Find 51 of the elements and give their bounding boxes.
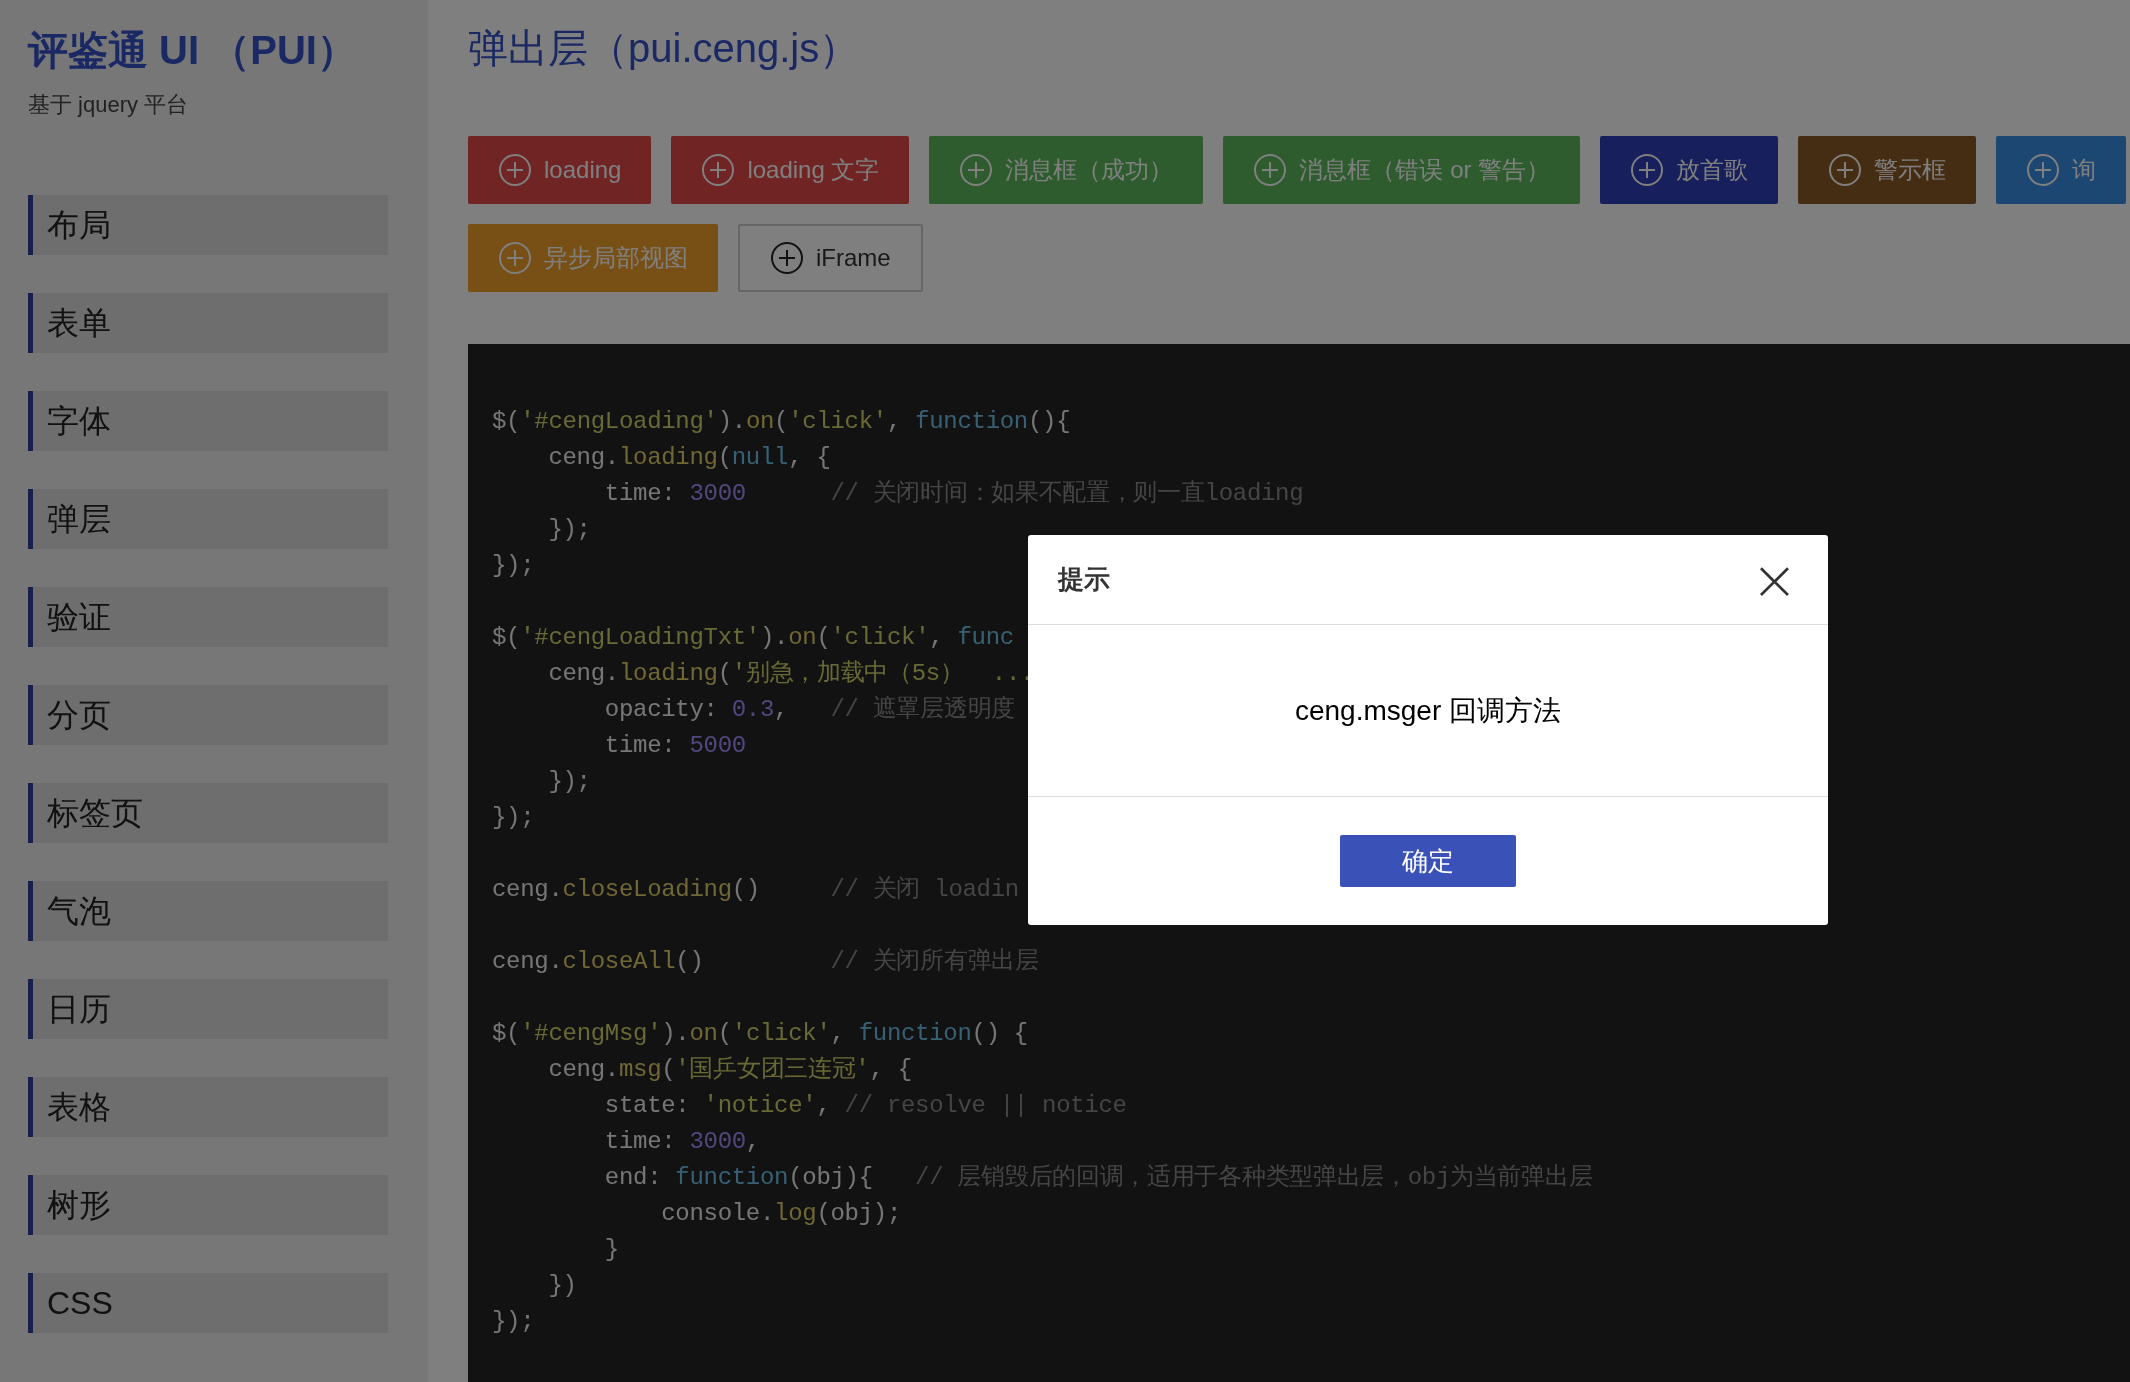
plus-circle-icon [1253, 153, 1288, 187]
action-button[interactable]: 警示框 [1798, 136, 1977, 204]
plus-circle-icon [770, 241, 804, 275]
action-button[interactable]: 消息框（错误 or 警告） [1223, 136, 1581, 204]
code-line: console.log(obj); [660, 1199, 901, 1229]
code-line: }) [547, 1271, 577, 1301]
action-button[interactable]: 询 [1996, 136, 2127, 204]
dialog-message: ceng.msger 回调方法 [1294, 693, 1562, 728]
sidebar-item[interactable]: 表格 [28, 1077, 388, 1137]
plus-circle-icon [498, 241, 532, 275]
sidebar-item[interactable]: 树形 [28, 1175, 388, 1235]
code-line: $('#cengMsg').on('click', function() { [492, 1019, 1028, 1049]
sidebar-item[interactable]: CSS [28, 1273, 388, 1333]
sidebar-item[interactable]: 气泡 [28, 881, 388, 941]
sidebar-item[interactable]: 验证 [28, 587, 388, 647]
code-line: }); [547, 767, 591, 797]
ok-button[interactable]: 确定 [1340, 835, 1516, 887]
sidebar-item[interactable]: 标签页 [28, 783, 388, 843]
plus-circle-icon [1828, 153, 1863, 187]
code-line: ceng.msg('国乒女团三连冠', { [547, 1055, 912, 1085]
close-button[interactable]: × [1751, 554, 1798, 605]
plus-circle-icon [498, 153, 532, 187]
sidebar-item[interactable]: 弹层 [28, 489, 388, 549]
sidebar-item[interactable]: 字体 [28, 391, 388, 451]
code-line: }); [492, 803, 535, 833]
code-line: $('#cengLoading').on('click', function(){ [492, 407, 1071, 437]
sidebar-subtitle: 基于 jquery 平台 [28, 91, 190, 119]
action-button[interactable]: 放首歌 [1600, 136, 1779, 204]
code-line: }); [547, 515, 591, 545]
plus-circle-icon [1630, 153, 1665, 187]
plus-circle-icon [2026, 153, 2061, 187]
plus-circle-icon [959, 153, 994, 187]
action-button[interactable]: loading [468, 136, 652, 204]
code-line: }); [492, 551, 535, 581]
action-button[interactable]: 消息框（成功） [929, 136, 1204, 204]
sidebar-item[interactable]: 分页 [28, 685, 388, 745]
sidebar-item[interactable]: 表单 [28, 293, 388, 353]
code-line: $('#cengLoadingTxt').on('click', func [492, 623, 1014, 653]
code-line: ceng.loading(null, { [547, 443, 831, 473]
sidebar-item[interactable]: 布局 [28, 195, 388, 255]
code-line: time: 5000 [603, 731, 746, 761]
plus-circle-icon [701, 153, 736, 187]
code-line: }); [492, 1307, 535, 1337]
code-line: time: 3000, [603, 1127, 760, 1157]
page-title: 弹出层（pui.ceng.js） [468, 25, 861, 72]
sidebar-item[interactable]: 日历 [28, 979, 388, 1039]
action-button[interactable]: loading 文字 [671, 136, 910, 204]
dialog-title: 提示 [1058, 563, 1110, 596]
code-line: } [603, 1235, 619, 1265]
sidebar-title: 评鉴通 UI （PUI） [28, 27, 358, 74]
action-button[interactable]: iFrame [738, 224, 923, 292]
